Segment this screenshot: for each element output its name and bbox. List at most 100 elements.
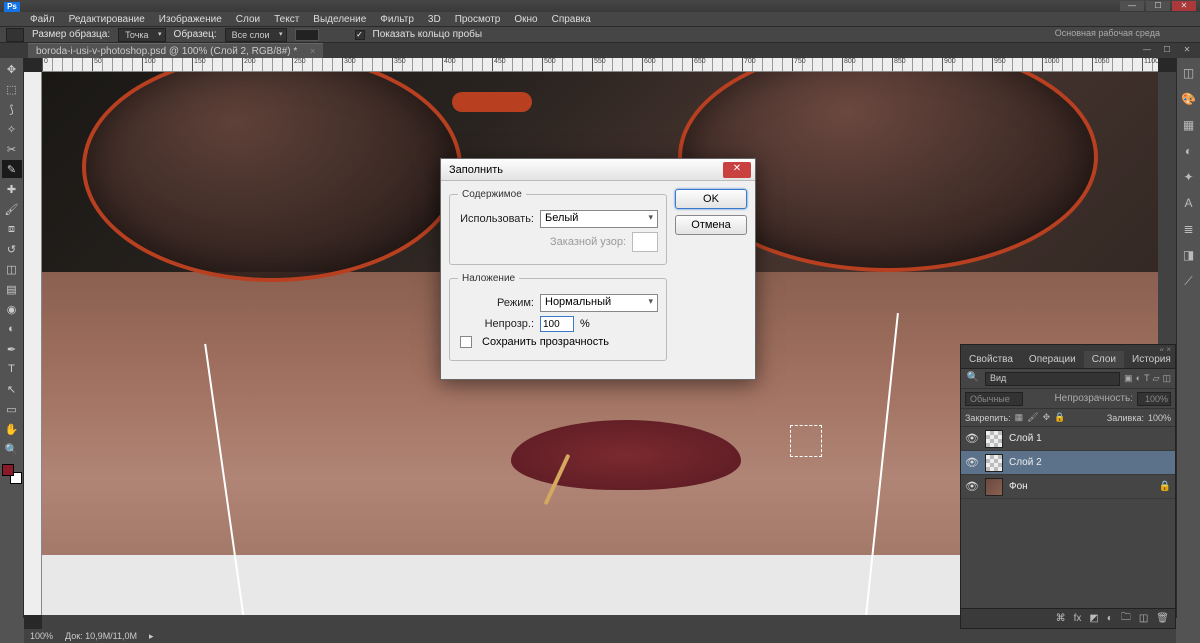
fill-input[interactable]: 100%: [1148, 413, 1171, 423]
doc-min-button[interactable]: —: [1138, 44, 1156, 56]
zoom-tool[interactable]: 🔍: [2, 440, 22, 458]
lock-pixels-icon[interactable]: 🖌: [1027, 412, 1038, 423]
filter-pixel-icon[interactable]: ▣: [1124, 373, 1133, 384]
panel-tab-3[interactable]: История: [1124, 351, 1179, 368]
panel-tab-0[interactable]: Свойства: [961, 351, 1021, 368]
panel-tab-2[interactable]: Слои: [1084, 351, 1124, 368]
menu-редактирование[interactable]: Редактирование: [63, 13, 151, 26]
magic-wand-tool[interactable]: ✧: [2, 120, 22, 138]
menu-файл[interactable]: Файл: [24, 13, 61, 26]
blur-tool[interactable]: ◉: [2, 300, 22, 318]
group-icon[interactable]: 🗀: [1121, 610, 1131, 627]
lasso-tool[interactable]: ⟆: [2, 100, 22, 118]
move-tool[interactable]: ✥: [2, 60, 22, 78]
show-ring-checkbox[interactable]: [355, 30, 365, 40]
layer-name[interactable]: Слой 1: [1009, 433, 1171, 444]
preserve-trans-checkbox[interactable]: [460, 336, 472, 348]
channels-panel-icon[interactable]: ◨: [1180, 246, 1198, 264]
filter-smart-icon[interactable]: ◫: [1162, 373, 1171, 384]
filter-search-icon[interactable]: 🔍: [965, 372, 981, 386]
visibility-icon[interactable]: 👁: [965, 480, 979, 493]
menu-текст[interactable]: Текст: [268, 13, 305, 26]
eraser-tool[interactable]: ◫: [2, 260, 22, 278]
menu-окно[interactable]: Окно: [508, 13, 543, 26]
cancel-button[interactable]: Отмена: [675, 215, 747, 235]
crop-tool[interactable]: ✂: [2, 140, 22, 158]
history-brush-tool[interactable]: ↺: [2, 240, 22, 258]
color-panel-icon[interactable]: 🎨: [1180, 90, 1198, 108]
shape-tool[interactable]: ▭: [2, 400, 22, 418]
document-tab[interactable]: boroda-i-usi-v-photoshop.psd @ 100% (Сло…: [28, 43, 323, 59]
visibility-icon[interactable]: 👁: [965, 456, 979, 469]
use-dropdown[interactable]: Белый: [540, 210, 658, 228]
clone-stamp-tool[interactable]: ⧈: [2, 220, 22, 238]
dialog-titlebar[interactable]: Заполнить ✕: [441, 159, 755, 181]
marquee-tool[interactable]: ⬚: [2, 80, 22, 98]
lock-position-icon[interactable]: ✥: [1043, 412, 1051, 423]
history-panel-icon[interactable]: ◫: [1180, 64, 1198, 82]
filter-adjust-icon[interactable]: ◐: [1136, 373, 1141, 384]
gradient-tool[interactable]: ▤: [2, 280, 22, 298]
current-tool-icon[interactable]: [6, 28, 24, 42]
link-layers-icon[interactable]: ⌘: [1056, 613, 1066, 624]
maximize-button[interactable]: ☐: [1146, 1, 1170, 11]
close-button[interactable]: ✕: [1172, 1, 1196, 11]
layer-thumbnail[interactable]: [985, 478, 1003, 496]
blend-mode-dropdown[interactable]: Обычные: [965, 392, 1023, 406]
zoom-level[interactable]: 100%: [30, 631, 53, 641]
mask-icon[interactable]: ◩: [1089, 613, 1098, 624]
dodge-tool[interactable]: ◐: [2, 320, 22, 338]
color-swatches[interactable]: [2, 464, 22, 484]
lock-trans-icon[interactable]: ▦: [1015, 412, 1024, 423]
panel-tab-1[interactable]: Операции: [1021, 351, 1084, 368]
doc-max-button[interactable]: ☐: [1158, 44, 1176, 56]
paths-panel-icon[interactable]: ⟋: [1180, 272, 1198, 290]
status-arrow-icon[interactable]: ▸: [149, 631, 154, 642]
layer-thumbnail[interactable]: [985, 430, 1003, 448]
menu-справка[interactable]: Справка: [546, 13, 597, 26]
dialog-close-button[interactable]: ✕: [723, 162, 751, 178]
layer-row[interactable]: 👁Фон🔒: [961, 475, 1175, 499]
new-layer-icon[interactable]: ◫: [1139, 613, 1148, 624]
opacity-input[interactable]: [540, 316, 574, 332]
type-tool[interactable]: T: [2, 360, 22, 378]
panel-opacity-input[interactable]: 100%: [1137, 392, 1171, 406]
fx-icon[interactable]: fx: [1074, 613, 1082, 624]
menu-просмотр[interactable]: Просмотр: [449, 13, 507, 26]
layer-name[interactable]: Слой 2: [1009, 457, 1171, 468]
layer-name[interactable]: Фон: [1009, 481, 1153, 492]
pen-tool[interactable]: ✒: [2, 340, 22, 358]
adjustment-layer-icon[interactable]: ◐: [1107, 613, 1113, 624]
filter-type-icon[interactable]: T: [1144, 373, 1150, 384]
sample-size-dropdown[interactable]: Точка: [118, 28, 165, 42]
sample-from-dropdown[interactable]: Все слои: [225, 28, 287, 42]
layers-panel-icon[interactable]: ≣: [1180, 220, 1198, 238]
filter-shape-icon[interactable]: ▱: [1153, 373, 1160, 384]
menu-3d[interactable]: 3D: [422, 13, 447, 26]
menu-фильтр[interactable]: Фильтр: [374, 13, 420, 26]
layer-row[interactable]: 👁 Слой 2: [961, 451, 1175, 475]
minimize-button[interactable]: —: [1120, 1, 1144, 11]
menu-слои[interactable]: Слои: [230, 13, 266, 26]
workspace-switcher[interactable]: Основная рабочая среда: [1055, 28, 1160, 38]
delete-layer-icon[interactable]: 🗑: [1156, 613, 1169, 624]
adjustments-panel-icon[interactable]: ◐: [1180, 142, 1198, 160]
foreground-color[interactable]: [2, 464, 14, 476]
ok-button[interactable]: OK: [675, 189, 747, 209]
lock-all-icon[interactable]: 🔒: [1054, 412, 1065, 423]
visibility-icon[interactable]: 👁: [965, 432, 979, 445]
healing-brush-tool[interactable]: ✚: [2, 180, 22, 198]
close-tab-icon[interactable]: ×: [310, 46, 315, 56]
path-selection-tool[interactable]: ↖: [2, 380, 22, 398]
menu-изображение[interactable]: Изображение: [153, 13, 228, 26]
menu-выделение[interactable]: Выделение: [307, 13, 372, 26]
styles-panel-icon[interactable]: ✦: [1180, 168, 1198, 186]
mode-dropdown[interactable]: Нормальный: [540, 294, 658, 312]
eyedropper-tool[interactable]: ✎: [2, 160, 22, 178]
char-panel-icon[interactable]: A: [1180, 194, 1198, 212]
layer-row[interactable]: 👁 Слой 1: [961, 427, 1175, 451]
brush-tool[interactable]: 🖌: [2, 200, 22, 218]
doc-close-button[interactable]: ✕: [1178, 44, 1196, 56]
filter-kind-dropdown[interactable]: Вид: [985, 372, 1120, 386]
hand-tool[interactable]: ✋: [2, 420, 22, 438]
